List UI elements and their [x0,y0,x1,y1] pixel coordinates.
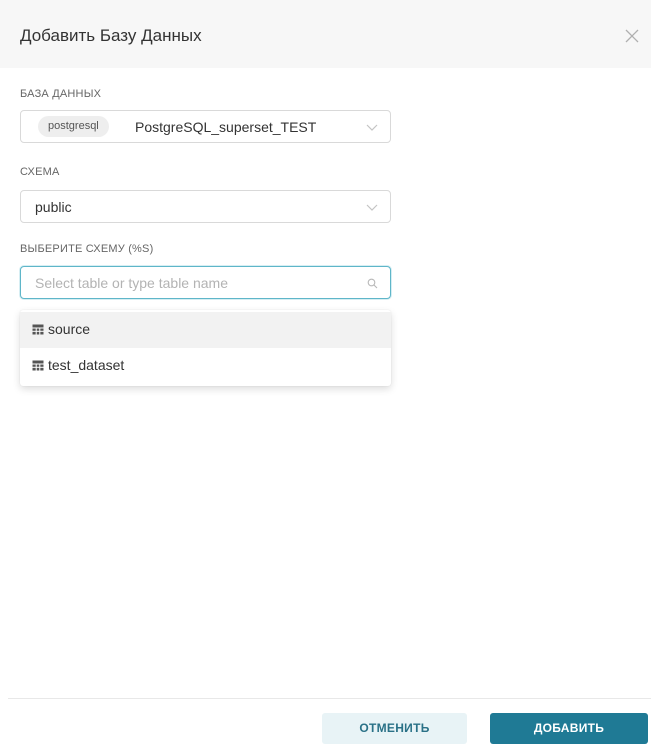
footer-divider [8,698,651,699]
cancel-button[interactable]: ОТМЕНИТЬ [322,713,467,744]
close-button[interactable] [622,26,642,46]
schema-select[interactable]: public [20,190,391,223]
add-database-modal: Добавить Базу Данных БАЗА ДАННЫХ postgre… [0,0,651,744]
database-select[interactable]: postgresql PostgreSQL_superset_TEST [20,110,391,143]
schema-label: СХЕМА [20,166,60,178]
table-search-input[interactable] [35,275,355,291]
table-dropdown: source test_dataset [20,310,391,386]
dropdown-option-label: source [48,321,91,337]
chevron-down-icon [366,204,378,211]
table-select[interactable] [20,266,391,299]
add-button[interactable]: ДОБАВИТЬ [490,713,648,744]
dropdown-option-label: test_dataset [48,357,125,373]
modal-title: Добавить Базу Данных [20,26,202,45]
modal-header: Добавить Базу Данных [0,0,651,68]
table-icon [32,324,44,335]
dropdown-option-source[interactable]: source [20,312,391,348]
table-label: ВЫБЕРИТЕ СХЕМУ (%S) [20,243,154,255]
database-label: БАЗА ДАННЫХ [20,88,102,100]
close-icon [625,29,639,43]
search-icon [367,278,378,289]
chevron-down-icon [366,124,378,131]
database-type-tag: postgresql [38,116,109,137]
table-icon [32,360,44,371]
schema-select-value: public [35,199,72,215]
database-select-value: PostgreSQL_superset_TEST [135,119,317,135]
dropdown-option-test-dataset[interactable]: test_dataset [20,348,391,384]
